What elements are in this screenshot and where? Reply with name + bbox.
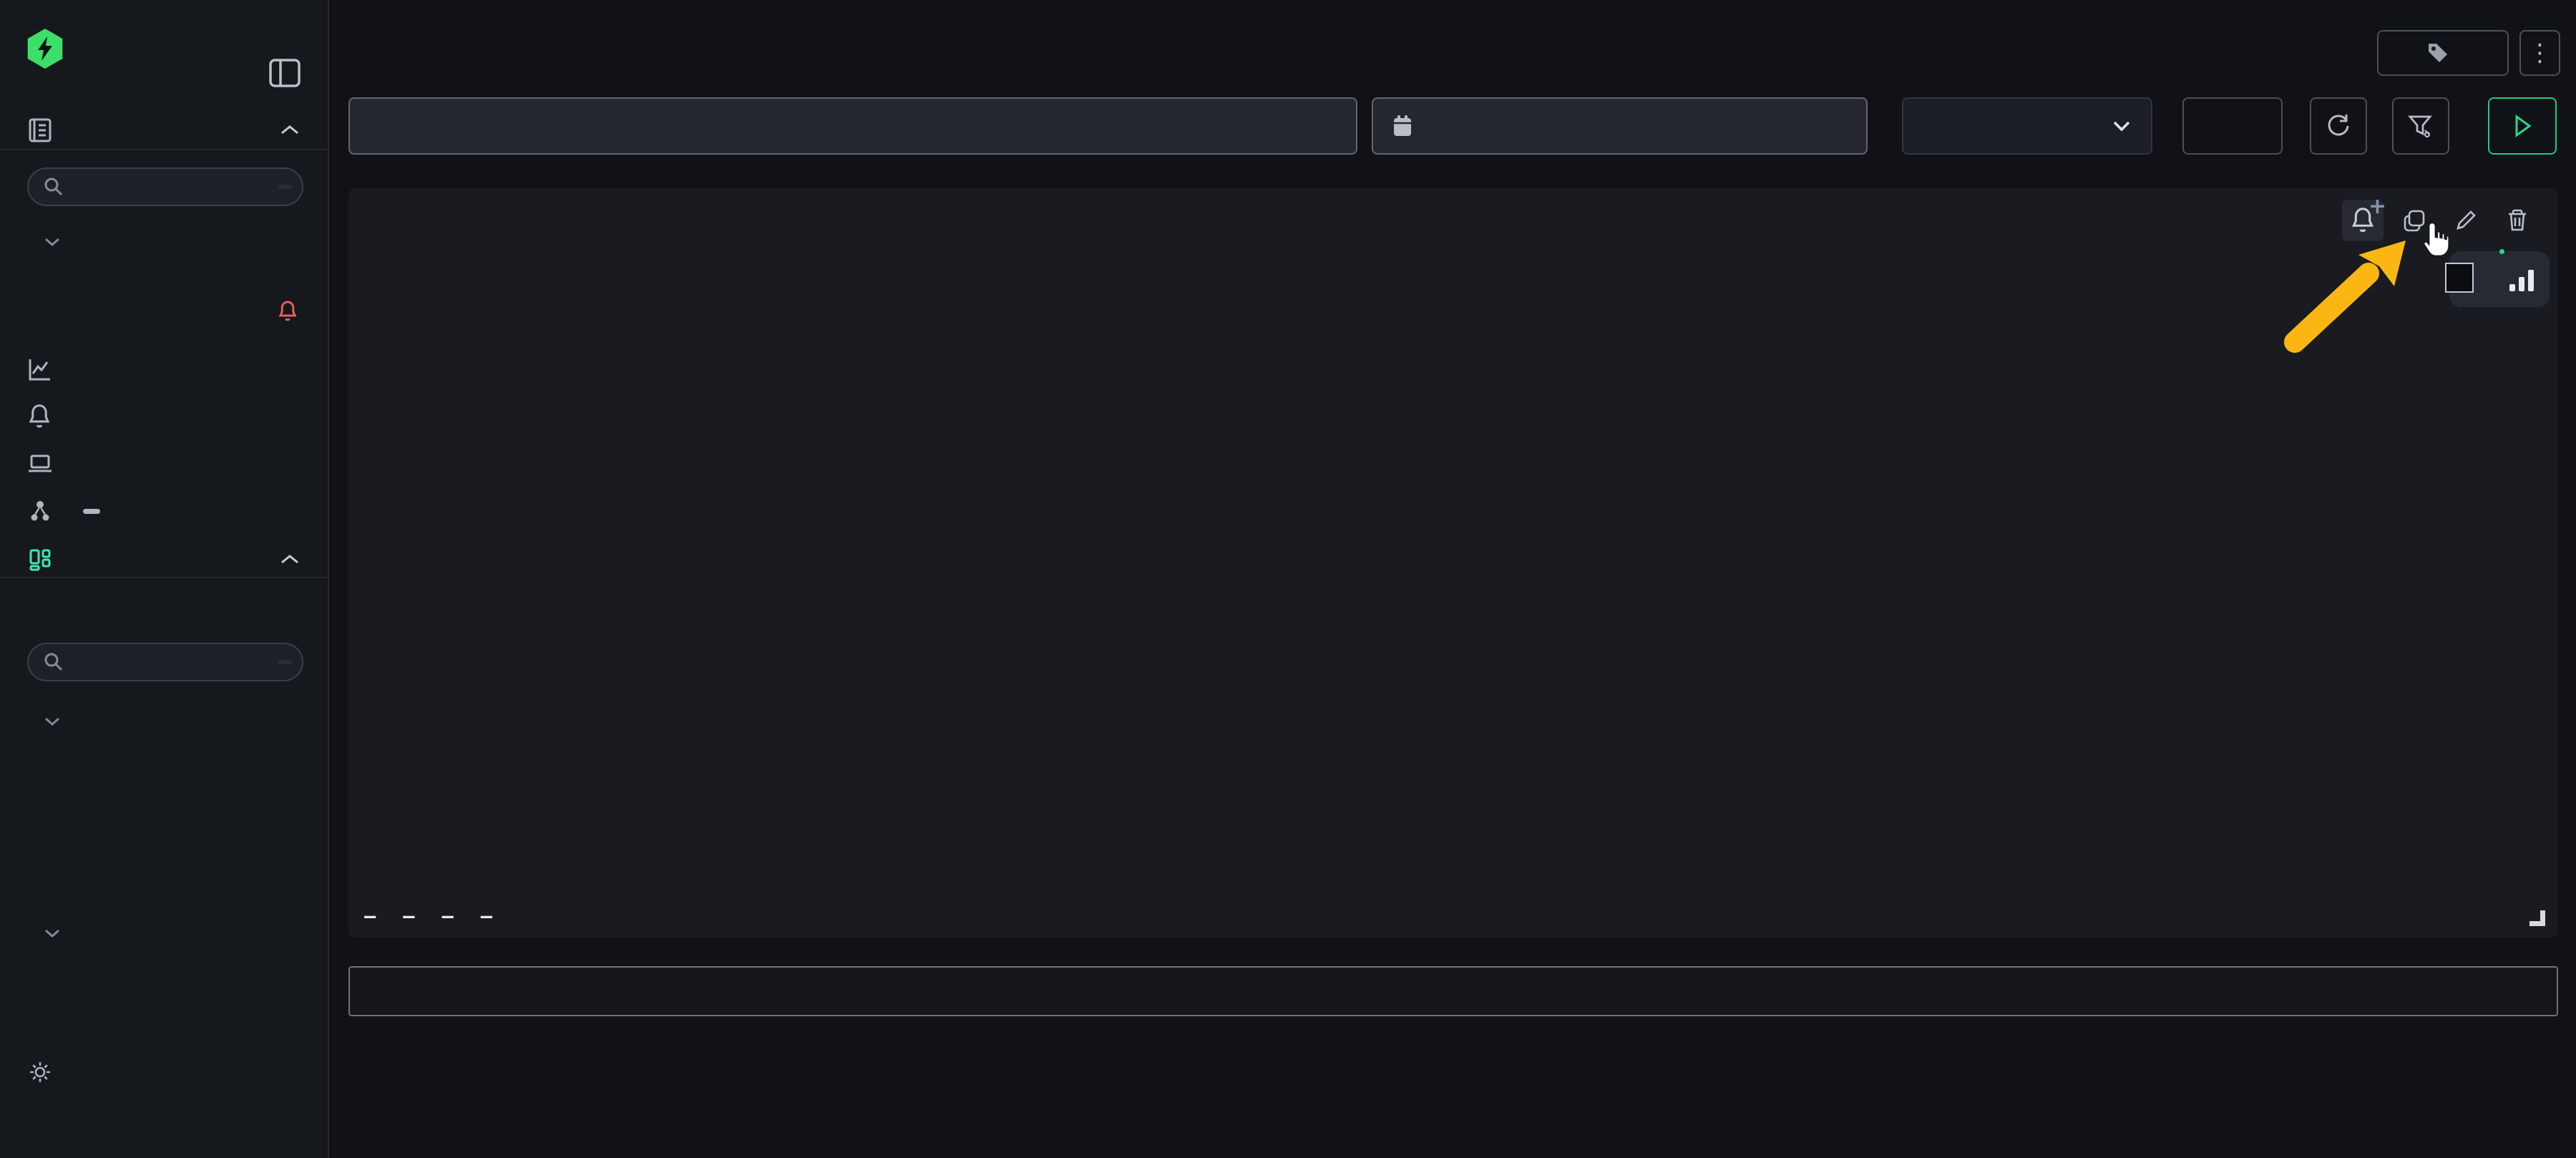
chart-legend: — — — — (364, 905, 519, 928)
sidebar-item-service-map[interactable] (0, 492, 328, 530)
presets-header[interactable] (0, 918, 328, 949)
search-icon (43, 176, 64, 198)
hand-cursor (2419, 220, 2457, 260)
kebab-icon: ⋮ (2528, 39, 2552, 67)
gear-icon (26, 1058, 57, 1086)
kebab-menu-button[interactable]: ⋮ (2519, 30, 2560, 76)
bell-icon (26, 402, 57, 431)
filter-funnel-icon (2406, 111, 2436, 141)
beta-badge (83, 509, 100, 514)
sidebar-item-chart-explorer[interactable] (0, 351, 328, 388)
chevron-down-icon (43, 928, 62, 939)
brand-row (0, 26, 328, 72)
sidebar-item-dashboards[interactable] (0, 541, 328, 578)
sidebar (0, 0, 329, 1158)
status-dot (2499, 249, 2504, 254)
refresh-button[interactable] (2310, 97, 2367, 155)
play-icon (2512, 114, 2533, 138)
saved-dashboards-input[interactable] (27, 643, 303, 681)
shortcut-badge (278, 660, 292, 664)
granularity-select[interactable] (1902, 97, 2152, 155)
team-settings-button[interactable] (0, 1054, 328, 1091)
dashboards-grid-icon (26, 545, 57, 574)
search-icon (43, 651, 64, 673)
saved-dashboard-item[interactable] (0, 843, 328, 876)
search-journal-icon (26, 116, 57, 145)
saved-searches-input[interactable] (27, 167, 303, 206)
legend-item[interactable]: — (364, 905, 384, 928)
tags-button[interactable] (2377, 30, 2509, 76)
saved-dashboard-item[interactable] (0, 877, 328, 910)
chevron-down-icon (2111, 120, 2132, 132)
saved-searches-header[interactable] (0, 226, 328, 258)
refresh-icon (2323, 111, 2353, 141)
saved-dashboard-item[interactable] (0, 774, 328, 807)
service-map-icon (26, 497, 57, 525)
event-search-input[interactable] (348, 97, 1357, 155)
date-range-picker[interactable] (1372, 97, 1868, 155)
chevron-up-icon[interactable] (278, 553, 302, 567)
run-query-button[interactable] (2488, 97, 2557, 155)
chevron-down-icon (43, 236, 62, 248)
legend-item[interactable]: — (481, 905, 501, 928)
preset-item[interactable] (0, 986, 328, 1019)
alert-bell-icon (276, 299, 299, 323)
divider (0, 577, 328, 578)
saved-search-item[interactable] (0, 295, 328, 328)
saved-search-item[interactable] (0, 262, 328, 295)
saved-dashboard-item-active[interactable] (0, 809, 328, 842)
shortcut-badge (278, 185, 292, 189)
preset-item[interactable] (0, 952, 328, 985)
bar-chart-icon (2507, 266, 2538, 294)
chevron-up-icon[interactable] (278, 123, 302, 137)
filter-button[interactable] (2392, 97, 2449, 155)
live-button[interactable] (2182, 97, 2283, 155)
divider (0, 149, 328, 150)
dashboard-tile: + — — — — (348, 188, 2558, 938)
sidebar-item-alerts[interactable] (0, 398, 328, 435)
sidebar-item-client-sessions[interactable] (0, 445, 328, 482)
chevron-down-icon (43, 716, 62, 727)
legend-item[interactable]: — (403, 905, 423, 928)
tag-icon (2426, 41, 2450, 65)
sidebar-item-search[interactable] (0, 112, 328, 149)
sidebar-collapse-icon[interactable] (266, 54, 303, 92)
hyperdx-logo-icon (26, 29, 64, 69)
chart-explorer-icon (26, 355, 57, 384)
saved-dashboard-item[interactable] (0, 740, 328, 773)
create-dashboard-button[interactable] (0, 598, 328, 636)
laptop-icon (26, 449, 57, 478)
tile-resize-handle[interactable] (2529, 910, 2545, 926)
legend-item[interactable]: — (442, 905, 462, 928)
saved-dashboards-header[interactable] (0, 706, 328, 737)
calendar-icon (1392, 114, 1413, 138)
add-new-tile-button[interactable] (348, 966, 2558, 1016)
duration-chart (348, 188, 2558, 913)
alerts-tooltip (2445, 263, 2474, 293)
